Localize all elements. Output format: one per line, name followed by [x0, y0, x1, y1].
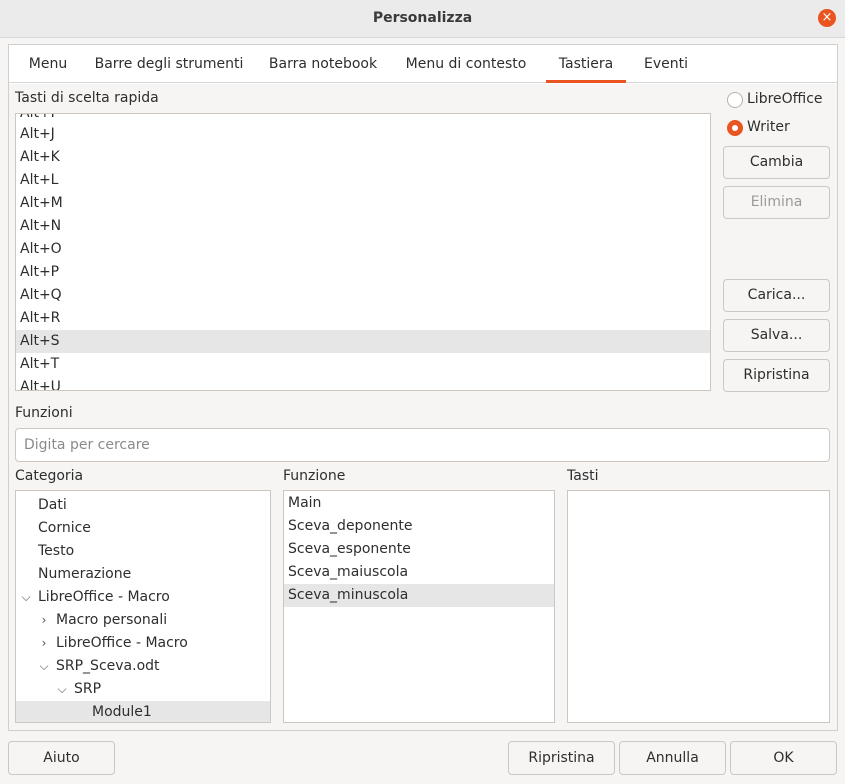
tree-item[interactable]: Testo [16, 540, 270, 563]
tab-events[interactable]: Eventi [639, 45, 693, 83]
shortcut-row[interactable]: Alt+O [16, 238, 710, 261]
radio-libreoffice[interactable]: LibreOffice [727, 91, 827, 111]
title-bar: Personalizza × [0, 0, 845, 38]
load-button[interactable]: Carica... [723, 279, 830, 312]
tree-item[interactable]: Macro personali [16, 609, 270, 632]
tab-context-menus[interactable]: Menu di contesto [401, 45, 531, 83]
function-row-selected[interactable]: Sceva_minuscola [284, 584, 554, 607]
change-button[interactable]: Cambia [723, 146, 830, 179]
function-row[interactable]: Main [284, 492, 554, 515]
shortcuts-label: Tasti di scelta rapida [15, 90, 159, 106]
radio-circle[interactable] [727, 92, 743, 108]
cancel-button[interactable]: Annulla [619, 741, 726, 775]
tab-notebook-bar[interactable]: Barra notebook [265, 45, 381, 83]
shortcut-row[interactable]: Alt+K [16, 146, 710, 169]
keys-label: Tasti [567, 468, 599, 484]
tab-menu[interactable]: Menu [19, 45, 77, 83]
shortcut-row[interactable]: Alt+R [16, 307, 710, 330]
tree-item[interactable]: Numerazione [16, 563, 270, 586]
help-button[interactable]: Aiuto [8, 741, 115, 775]
shortcut-row[interactable]: Alt+Q [16, 284, 710, 307]
reset-button[interactable]: Ripristina [723, 359, 830, 392]
shortcut-keys-list[interactable]: Alt+I Alt+J Alt+K Alt+L Alt+M Alt+N Alt+… [15, 113, 711, 391]
keyboard-panel: Tasti di scelta rapida Alt+I Alt+J Alt+K… [9, 84, 837, 730]
category-tree[interactable]: Dati Cornice Testo Numerazione ⌵ LibreOf… [15, 490, 271, 723]
tree-item[interactable]: LibreOffice - Macro [16, 586, 270, 609]
shortcut-row[interactable]: Alt+L [16, 169, 710, 192]
category-label: Categoria [15, 468, 84, 484]
tree-item[interactable]: Dati [16, 494, 270, 517]
keys-list[interactable] [567, 490, 830, 723]
function-label: Funzione [283, 468, 346, 484]
function-row[interactable]: Sceva_maiuscola [284, 561, 554, 584]
tree-item[interactable]: Cornice [16, 517, 270, 540]
window-title: Personalizza [372, 10, 473, 26]
delete-button[interactable]: Elimina [723, 186, 830, 219]
shortcut-row-selected[interactable]: Alt+S [16, 330, 710, 353]
search-input[interactable] [15, 428, 830, 462]
radio-writer-label: Writer [747, 119, 790, 135]
radio-writer[interactable]: Writer [727, 119, 827, 139]
shortcut-row[interactable]: Alt+P [16, 261, 710, 284]
shortcut-row[interactable]: Alt+M [16, 192, 710, 215]
shortcut-row[interactable]: Alt+U [16, 376, 710, 390]
functions-label: Funzioni [15, 405, 73, 421]
shortcut-row[interactable]: Alt+N [16, 215, 710, 238]
radio-libreoffice-label: LibreOffice [747, 91, 823, 107]
save-button[interactable]: Salva... [723, 319, 830, 352]
tab-bar: Menu Barre degli strumenti Barra noteboo… [9, 45, 837, 83]
tab-frame: Menu Barre degli strumenti Barra noteboo… [8, 44, 838, 731]
function-list[interactable]: Main Sceva_deponente Sceva_esponente Sce… [283, 490, 555, 723]
shortcut-row[interactable]: Alt+J [16, 123, 710, 146]
ok-button[interactable]: OK [730, 741, 837, 775]
radio-circle-checked[interactable] [727, 120, 743, 136]
tab-toolbars[interactable]: Barre degli strumenti [91, 45, 247, 83]
tree-item-selected[interactable]: Module1 [16, 701, 270, 722]
tree-item[interactable]: SRP [16, 678, 270, 701]
tree-item[interactable]: LibreOffice - Macro [16, 632, 270, 655]
function-row[interactable]: Sceva_deponente [284, 515, 554, 538]
tree-item[interactable]: SRP_Sceva.odt [16, 655, 270, 678]
function-row[interactable]: Sceva_esponente [284, 538, 554, 561]
shortcut-row[interactable]: Alt+T [16, 353, 710, 376]
tab-keyboard[interactable]: Tastiera [546, 45, 626, 83]
close-icon[interactable]: × [818, 9, 836, 27]
footer-reset-button[interactable]: Ripristina [508, 741, 615, 775]
